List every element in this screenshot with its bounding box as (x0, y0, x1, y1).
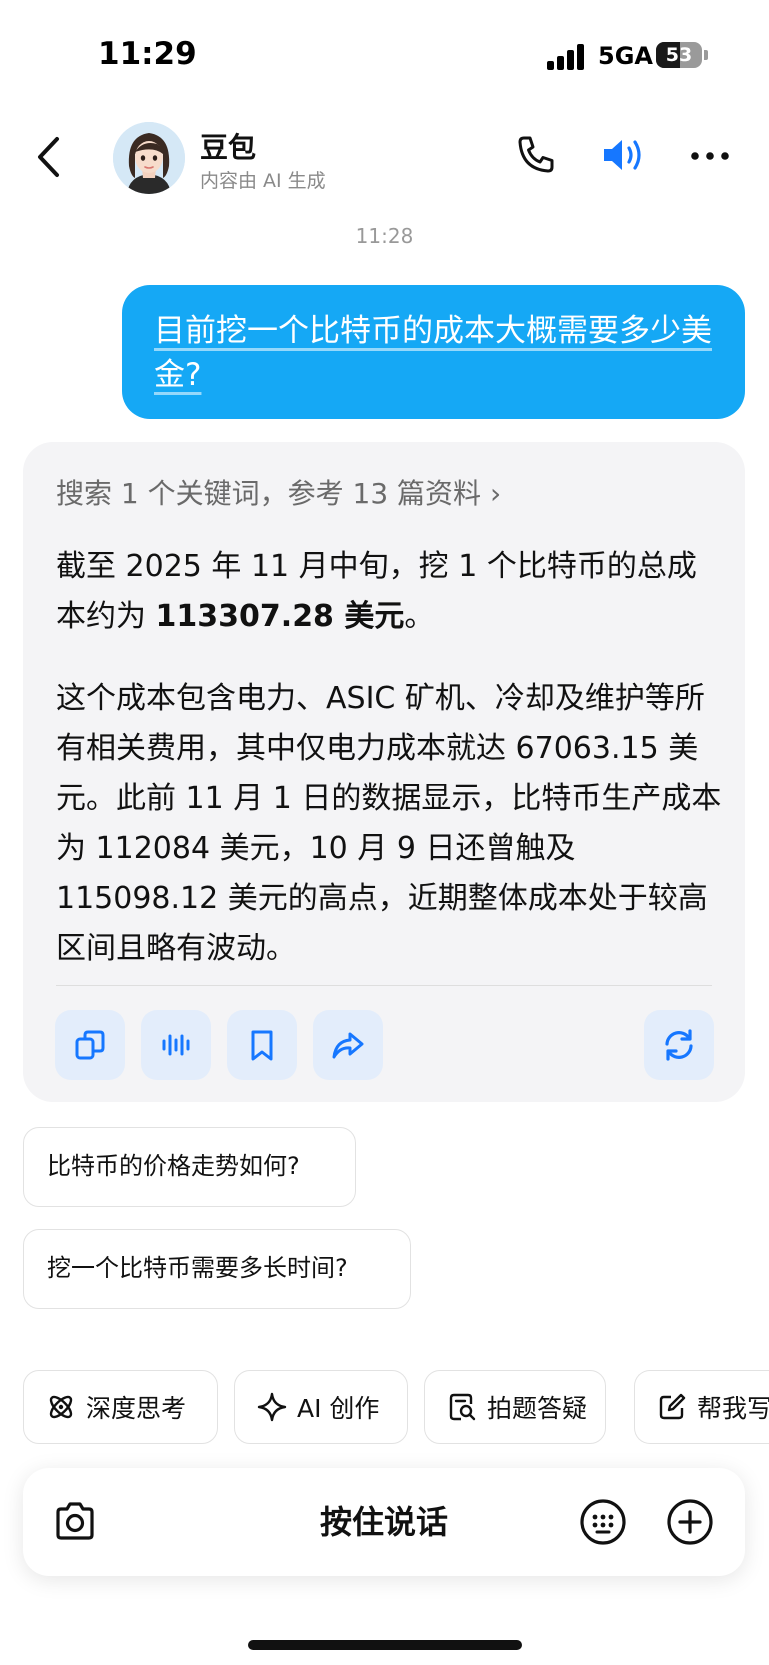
chat-screen: 11:29 5GA 53 豆包 内容由 AI 生成 11:28 目前挖一个比特币… (0, 0, 769, 1665)
avatar-girl-icon (113, 122, 185, 194)
battery-icon: 53 (656, 42, 702, 68)
more-button[interactable] (685, 130, 735, 180)
divider (56, 985, 712, 986)
read-aloud-button[interactable] (141, 1010, 211, 1080)
back-button[interactable] (30, 132, 70, 182)
tool-photo-question[interactable]: 拍题答疑 (424, 1370, 606, 1444)
copy-button[interactable] (55, 1010, 125, 1080)
hold-to-talk-button[interactable]: 按住说话 (23, 1468, 745, 1576)
tool-help-write[interactable]: 帮我写 (634, 1370, 769, 1444)
ai-response-card: 搜索 1 个关键词，参考 13 篇资料 › 截至 2025 年 11 月中旬，挖… (23, 442, 745, 1102)
chevron-left-icon (38, 137, 59, 177)
chat-header: 豆包 内容由 AI 生成 (0, 110, 769, 205)
keyboard-button[interactable] (578, 1497, 628, 1547)
home-indicator[interactable] (248, 1640, 522, 1650)
answer-paragraph-2: 这个成本包含电力、ASIC 矿机、冷却及维护等所有相关费用，其中仅电力成本就达 … (56, 681, 722, 966)
keyboard-icon (580, 1499, 626, 1545)
user-message-text: 目前挖一个比特币的成本大概需要多少美金? (154, 313, 712, 393)
battery-percent: 53 (665, 44, 693, 66)
atom-icon (49, 1395, 73, 1419)
bookmark-icon (251, 1030, 273, 1061)
tool-deep-thinking[interactable]: 深度思考 (23, 1370, 218, 1444)
search-doc-icon (449, 1393, 476, 1421)
share-button[interactable] (313, 1010, 383, 1080)
bookmark-button[interactable] (227, 1010, 297, 1080)
tool-label: 深度思考 (86, 1394, 187, 1423)
answer-p1-end: 。 (404, 599, 435, 634)
status-bar: 11:29 5GA 53 (0, 0, 769, 110)
tool-ai-creation[interactable]: AI 创作 (234, 1370, 408, 1444)
message-timestamp: 11:28 (355, 224, 414, 248)
speaker-button[interactable] (598, 130, 648, 180)
share-arrow-icon (332, 1032, 364, 1059)
regenerate-button[interactable] (644, 1010, 714, 1080)
more-dots-icon (691, 152, 729, 160)
avatar[interactable] (113, 122, 185, 194)
battery-cap (704, 50, 708, 60)
contact-name: 豆包 (200, 131, 257, 164)
camera-button[interactable] (50, 1497, 100, 1547)
speaker-icon (604, 140, 641, 170)
phone-icon (518, 136, 554, 173)
add-button[interactable] (665, 1497, 715, 1547)
audio-wave-icon (162, 1034, 190, 1056)
answer-paragraph-1: 截至 2025 年 11 月中旬，挖 1 个比特币的总成本约为 113307.2… (56, 542, 726, 642)
suggestion-chip[interactable]: 比特币的价格走势如何? (23, 1127, 356, 1207)
signal-icon (547, 44, 587, 70)
plus-circle-icon (667, 1499, 713, 1545)
status-time: 11:29 (98, 36, 197, 72)
network-type: 5GA (598, 42, 653, 70)
tool-label: AI 创作 (297, 1394, 380, 1423)
camera-icon (56, 1502, 94, 1540)
edit-icon (659, 1393, 686, 1420)
ai-disclaimer: 内容由 AI 生成 (200, 170, 326, 192)
search-references-link[interactable]: 搜索 1 个关键词，参考 13 篇资料 › (56, 472, 501, 512)
answer-cost-highlight: 113307.28 美元 (155, 599, 405, 634)
tool-label: 拍题答疑 (487, 1394, 588, 1423)
sparkle-icon (257, 1392, 287, 1422)
input-bar: 按住说话 (23, 1468, 745, 1576)
user-message-bubble[interactable]: 目前挖一个比特币的成本大概需要多少美金? (122, 285, 745, 419)
copy-icon (75, 1030, 105, 1060)
call-button[interactable] (510, 130, 560, 180)
refresh-icon (665, 1029, 693, 1061)
tool-label: 帮我写 (697, 1394, 769, 1423)
suggestion-chip[interactable]: 挖一个比特币需要多长时间? (23, 1229, 411, 1309)
